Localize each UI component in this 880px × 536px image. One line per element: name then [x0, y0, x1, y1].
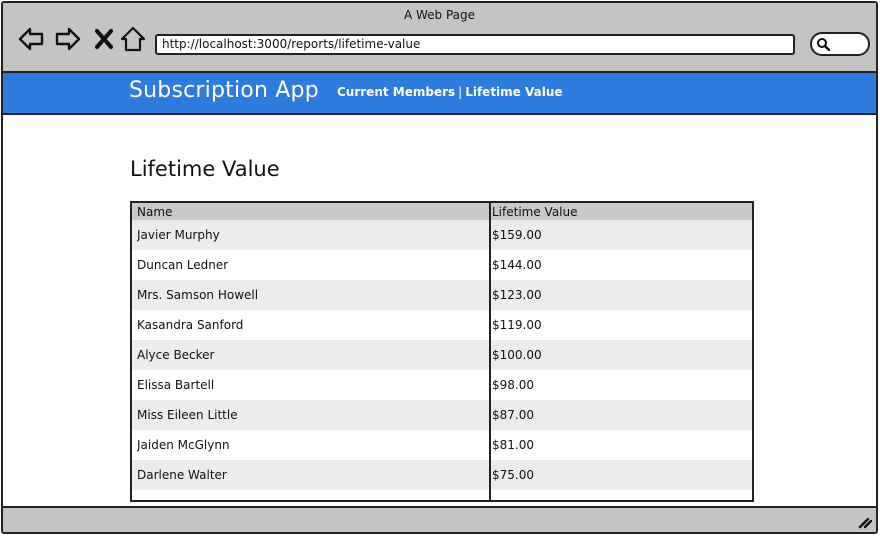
table-row: Miss Eileen Little $87.00 — [132, 400, 752, 430]
table-row: Kasandra Sanford $119.00 — [132, 310, 752, 340]
home-icon[interactable] — [119, 25, 147, 53]
cell-name: Miss Eileen Little — [137, 408, 238, 422]
cell-name: Kasandra Sanford — [137, 318, 244, 332]
search-icon — [817, 38, 830, 51]
cell-lifetime-value: $159.00 — [492, 228, 542, 242]
cell-lifetime-value: $123.00 — [492, 288, 542, 302]
cell-lifetime-value: $144.00 — [492, 258, 542, 272]
browser-chrome: A Web Page http://localhost:3000/reports… — [3, 3, 876, 73]
table-row: Mrs. Samson Howell $123.00 — [132, 280, 752, 310]
nav-link-current-members[interactable]: Current Members — [337, 85, 455, 99]
cell-lifetime-value: $75.00 — [492, 468, 534, 482]
close-x-icon[interactable] — [90, 25, 118, 53]
table-row: Jaiden McGlynn $81.00 — [132, 430, 752, 460]
column-divider — [489, 203, 491, 500]
app-header: Subscription App Current Members | Lifetim… — [3, 73, 876, 115]
forward-arrow-icon[interactable] — [54, 25, 82, 53]
cell-name: Elissa Bartell — [137, 378, 215, 392]
cell-name: Darlene Walter — [137, 468, 227, 482]
column-header-lifetime-value[interactable]: Lifetime Value — [492, 203, 747, 220]
nav-link-lifetime-value[interactable]: Lifetime Value — [465, 85, 562, 99]
cell-lifetime-value: $98.00 — [492, 378, 534, 392]
cell-name: Alyce Becker — [137, 348, 215, 362]
table-row: Darlene Walter $75.00 — [132, 460, 752, 490]
browser-search-button[interactable] — [810, 32, 870, 56]
table-header-row: Name Lifetime Value — [132, 203, 752, 220]
browser-window: A Web Page http://localhost:3000/reports… — [1, 1, 878, 534]
cell-name: Jaiden McGlynn — [137, 438, 230, 452]
cell-name: Duncan Ledner — [137, 258, 229, 272]
lifetime-value-table: Name Lifetime Value Javier Murphy $159.0… — [130, 201, 754, 502]
resize-grip-icon[interactable] — [856, 513, 872, 529]
page-title: Lifetime Value — [130, 157, 280, 181]
window-title: A Web Page — [403, 8, 476, 22]
table-row: Duncan Ledner $144.00 — [132, 250, 752, 280]
status-bar — [3, 506, 876, 532]
table-row: Elissa Bartell $98.00 — [132, 370, 752, 400]
app-brand[interactable]: Subscription App — [129, 78, 319, 103]
nav-separator: | — [458, 85, 463, 99]
cell-lifetime-value: $81.00 — [492, 438, 534, 452]
cell-name: Javier Murphy — [137, 228, 220, 242]
table-row: Alyce Becker $100.00 — [132, 340, 752, 370]
cell-lifetime-value: $100.00 — [492, 348, 542, 362]
column-header-name[interactable]: Name — [137, 203, 482, 220]
cell-lifetime-value: $87.00 — [492, 408, 534, 422]
cell-lifetime-value: $119.00 — [492, 318, 542, 332]
back-arrow-icon[interactable] — [17, 25, 45, 53]
address-bar[interactable]: http://localhost:3000/reports/lifetime-v… — [155, 34, 795, 55]
header-nav: Current Members | Lifetime Value — [337, 85, 563, 99]
cell-name: Mrs. Samson Howell — [137, 288, 259, 302]
table-row: Javier Murphy $159.00 — [132, 220, 752, 250]
